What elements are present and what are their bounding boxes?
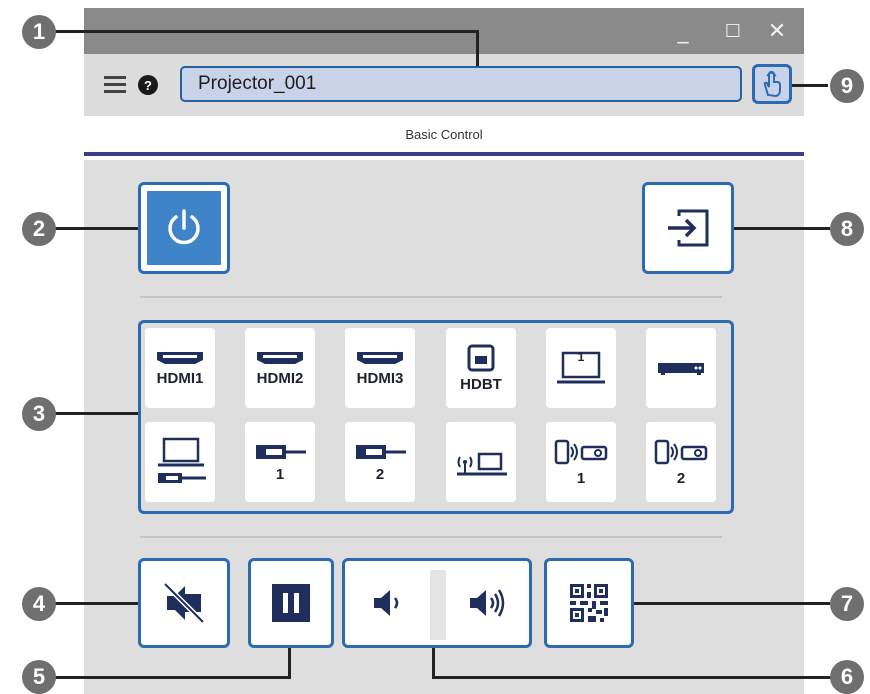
usb-icon xyxy=(256,444,306,459)
callout-1-line-v xyxy=(476,30,479,66)
minimize-button[interactable]: _ xyxy=(666,8,700,54)
callout-6-line-v xyxy=(432,648,435,678)
screen-mirroring-icon xyxy=(654,439,708,464)
screen-mirroring-icon xyxy=(554,439,608,464)
divider-bottom xyxy=(140,536,722,538)
hdmi-icon xyxy=(257,351,303,364)
ethernet-icon xyxy=(467,344,495,371)
touch-hand-icon xyxy=(763,70,781,98)
source-usb-display[interactable] xyxy=(145,422,215,502)
source-input-icon xyxy=(668,209,709,247)
source-label: 1 xyxy=(577,350,585,364)
source-label: HDMI3 xyxy=(356,369,404,387)
callout-5-line-v xyxy=(288,648,291,678)
source-label: HDBT xyxy=(460,375,502,393)
qr-code-button[interactable] xyxy=(544,558,634,648)
source-usb-1[interactable]: 1 xyxy=(245,422,315,502)
callout-5-line-h xyxy=(50,676,291,679)
projector-name-field[interactable]: Projector_001 xyxy=(180,66,742,102)
av-mute-icon xyxy=(163,582,205,624)
callout-3-line xyxy=(52,412,138,415)
callout-marker-8: 8 xyxy=(830,212,864,246)
callout-marker-6: 6 xyxy=(830,660,864,694)
help-icon[interactable]: ? xyxy=(138,75,158,95)
video-device-icon xyxy=(658,363,704,375)
usb-icon xyxy=(356,444,406,459)
volume-up-button[interactable] xyxy=(448,564,528,642)
callout-7-line xyxy=(634,602,830,605)
source-label: 2 xyxy=(676,469,686,487)
source-label: HDMI2 xyxy=(256,369,304,387)
power-button[interactable] xyxy=(147,191,221,265)
source-video[interactable] xyxy=(646,328,716,408)
volume-separator xyxy=(430,570,446,640)
volume-up-icon xyxy=(470,589,505,617)
hamburger-menu-icon[interactable] xyxy=(104,76,126,94)
source-hdbt[interactable]: HDBT xyxy=(446,328,516,408)
divider-top xyxy=(140,296,722,298)
callout-1-line-h xyxy=(50,30,478,33)
source-search-button[interactable] xyxy=(642,182,734,274)
hdmi-icon xyxy=(357,351,403,364)
source-hdmi1[interactable]: HDMI1 xyxy=(145,328,215,408)
callout-marker-1: 1 xyxy=(22,15,56,49)
callout-2-line xyxy=(52,227,138,230)
hdmi-icon xyxy=(157,351,203,364)
power-icon xyxy=(168,209,200,245)
callout-6-line-h xyxy=(432,676,832,679)
volume-down-icon xyxy=(374,590,399,616)
callout-8-line xyxy=(734,227,830,230)
source-computer-1[interactable]: 1 xyxy=(546,328,616,408)
page-title: Basic Control xyxy=(84,116,804,156)
callout-marker-3: 3 xyxy=(22,397,56,431)
callout-marker-4: 4 xyxy=(22,587,56,621)
source-screen-mirroring-2[interactable]: 2 xyxy=(646,422,716,502)
source-list xyxy=(138,320,734,514)
source-hdmi3[interactable]: HDMI3 xyxy=(345,328,415,408)
callout-9-line xyxy=(792,84,828,87)
maximize-button[interactable]: ☐ xyxy=(716,8,750,54)
source-label: 1 xyxy=(576,469,586,487)
network-icon xyxy=(457,452,507,476)
callout-marker-7: 7 xyxy=(830,587,864,621)
source-network[interactable] xyxy=(446,422,516,502)
volume-down-button[interactable] xyxy=(348,564,428,642)
source-usb-2[interactable]: 2 xyxy=(345,422,415,502)
pause-icon xyxy=(272,584,310,622)
source-screen-mirroring-1[interactable]: 1 xyxy=(546,422,616,502)
usb-display-icon xyxy=(158,437,206,483)
callout-marker-5: 5 xyxy=(22,660,56,694)
av-mute-button[interactable] xyxy=(138,558,230,648)
qr-code-icon xyxy=(570,584,608,622)
source-hdmi2[interactable]: HDMI2 xyxy=(245,328,315,408)
touch-mode-button[interactable] xyxy=(752,64,792,104)
callout-marker-2: 2 xyxy=(22,212,56,246)
freeze-button[interactable] xyxy=(248,558,334,648)
close-button[interactable]: ✕ xyxy=(760,8,794,54)
callout-marker-9: 9 xyxy=(830,69,864,103)
source-label: 2 xyxy=(375,465,385,483)
callout-4-line xyxy=(52,602,138,605)
source-label: HDMI1 xyxy=(156,369,204,387)
source-label: 1 xyxy=(275,465,285,483)
